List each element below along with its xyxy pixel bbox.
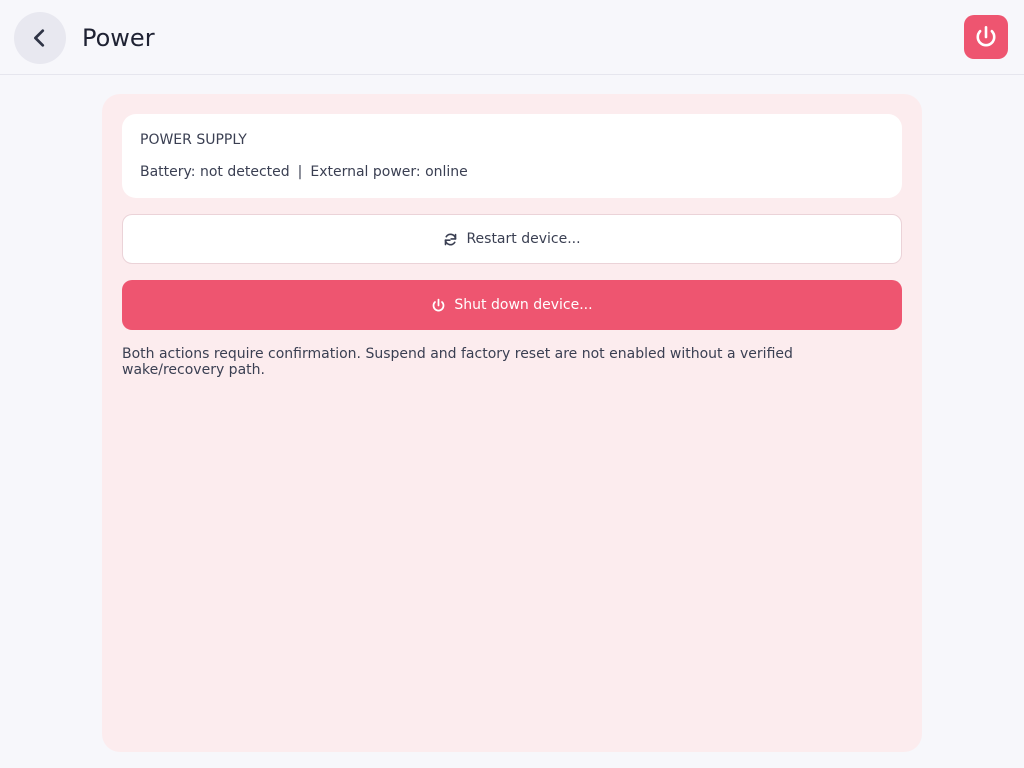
confirmation-note: Both actions require confirmation. Suspe… <box>122 346 793 378</box>
refresh-icon <box>443 232 458 247</box>
shutdown-device-button[interactable]: Shut down device... <box>122 280 902 330</box>
power-panel: POWER SUPPLY Battery: not detected | Exter… <box>102 94 922 752</box>
power-supply-status: Battery: not detected | External power: on… <box>140 164 468 180</box>
external-power-status: External power: online <box>310 164 468 180</box>
shutdown-device-label: Shut down device... <box>454 297 593 313</box>
power-supply-card: POWER SUPPLY Battery: not detected | Exter… <box>122 114 902 198</box>
back-button[interactable] <box>14 12 66 64</box>
restart-device-label: Restart device... <box>466 231 581 247</box>
power-supply-title: POWER SUPPLY <box>140 132 247 148</box>
chevron-left-icon <box>29 27 51 49</box>
page-title: Power <box>82 24 155 52</box>
restart-device-button[interactable]: Restart device... <box>122 214 902 264</box>
status-separator: | <box>297 164 303 180</box>
top-bar: Power <box>0 0 1024 75</box>
power-icon <box>973 24 999 50</box>
power-icon <box>431 298 446 313</box>
power-menu-button[interactable] <box>964 15 1008 59</box>
battery-status: Battery: not detected <box>140 164 290 180</box>
